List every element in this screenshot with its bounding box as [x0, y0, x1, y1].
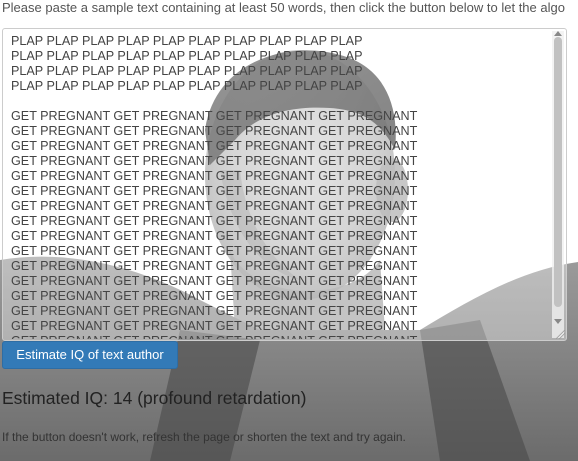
resize-grip-icon[interactable]	[556, 330, 565, 339]
textarea-scrollbar[interactable]	[552, 31, 564, 338]
scrollbar-thumb[interactable]	[554, 37, 562, 307]
scroll-up-arrow-icon[interactable]	[554, 31, 562, 36]
sample-text-area[interactable]: PLAP PLAP PLAP PLAP PLAP PLAP PLAP PLAP …	[2, 28, 567, 341]
scroll-down-arrow-icon[interactable]	[554, 319, 562, 324]
sample-text-content[interactable]: PLAP PLAP PLAP PLAP PLAP PLAP PLAP PLAP …	[11, 34, 551, 339]
page-content: Please paste a sample text containing at…	[0, 0, 578, 461]
estimated-iq-result: Estimated IQ: 14 (profound retardation)	[2, 388, 307, 408]
refresh-hint-text: If the button doesn't work, refresh the …	[2, 430, 406, 444]
estimate-iq-button[interactable]: Estimate IQ of text author	[2, 341, 178, 369]
instructions-text: Please paste a sample text containing at…	[2, 0, 565, 15]
